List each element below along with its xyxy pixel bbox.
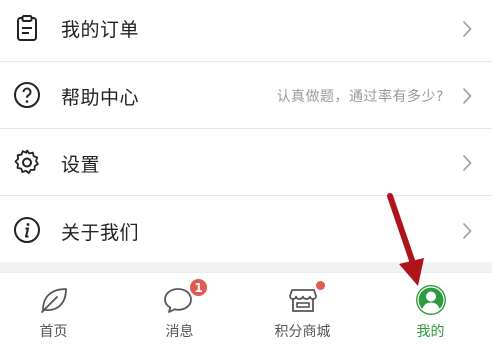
chevron-right-icon xyxy=(462,87,472,105)
unread-badge: 1 xyxy=(189,278,208,297)
tab-home[interactable]: 首页 xyxy=(0,273,123,344)
chevron-right-icon xyxy=(462,154,472,172)
notification-dot xyxy=(315,280,326,291)
tab-messages[interactable]: 消息 xyxy=(118,273,241,344)
annotation-arrow xyxy=(387,193,424,286)
menu-item-label: 设置 xyxy=(61,154,101,176)
menu-item-label: 我的订单 xyxy=(61,19,140,41)
tab-label: 积分商城 xyxy=(274,324,331,340)
menu-item-orders[interactable]: 我的订单 xyxy=(0,0,492,60)
tab-label: 消息 xyxy=(165,324,194,340)
info-circle-icon xyxy=(13,216,41,244)
menu-item-hint: 认真做题，通过率有多少? xyxy=(276,89,444,105)
clipboard-icon xyxy=(13,14,41,42)
question-circle-icon xyxy=(13,81,41,109)
menu-item-label: 关于我们 xyxy=(61,222,140,244)
tab-points-mall[interactable]: 积分商城 xyxy=(241,273,364,344)
gear-icon xyxy=(13,148,41,176)
shop-icon xyxy=(287,284,319,316)
user-circle-icon xyxy=(415,284,447,316)
menu-item-label: 帮助中心 xyxy=(61,87,140,109)
leaf-icon xyxy=(38,284,70,316)
tab-label: 首页 xyxy=(39,324,68,340)
menu-item-settings[interactable]: 设置 xyxy=(0,129,492,195)
menu-item-help[interactable]: 帮助中心 认真做题，通过率有多少? xyxy=(0,62,492,128)
chevron-right-icon xyxy=(462,222,472,240)
chevron-right-icon xyxy=(462,20,472,38)
tab-label: 我的 xyxy=(416,324,445,340)
